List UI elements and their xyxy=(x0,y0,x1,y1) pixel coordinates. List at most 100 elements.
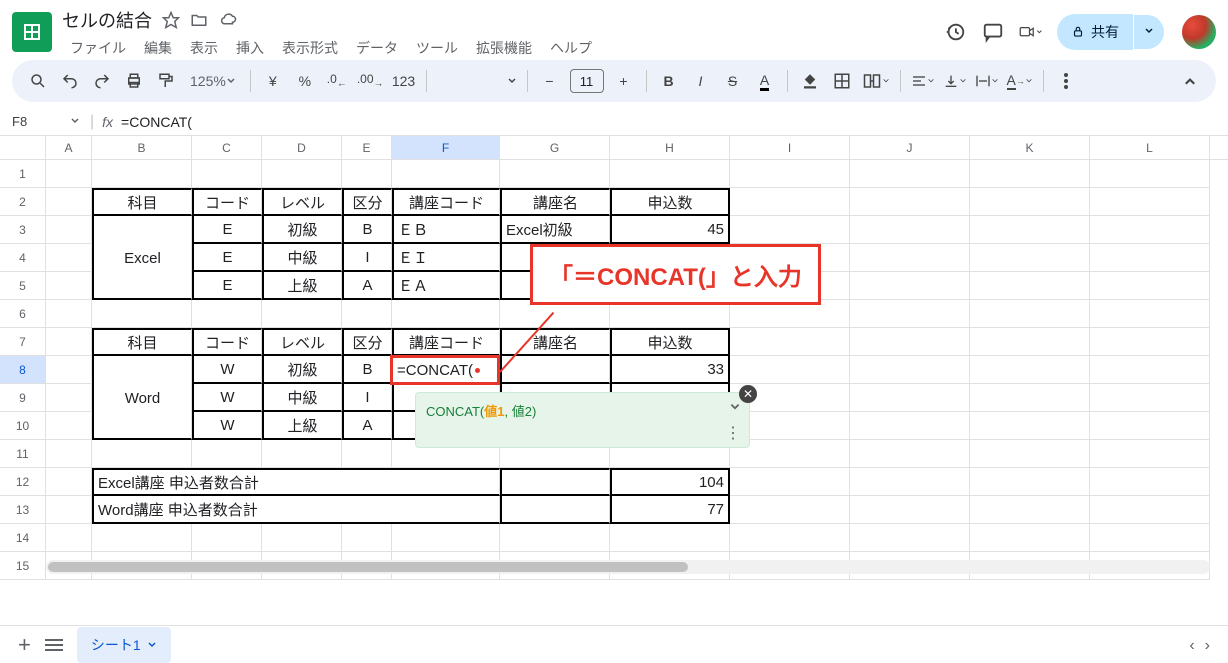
cell[interactable]: レベル xyxy=(262,328,342,356)
share-dropdown[interactable] xyxy=(1134,15,1164,49)
col-header[interactable]: H xyxy=(610,136,730,159)
cell[interactable]: 上級 xyxy=(262,412,342,440)
paint-format-icon[interactable] xyxy=(154,67,178,95)
col-header[interactable]: C xyxy=(192,136,262,159)
cell[interactable]: 科目 xyxy=(92,328,192,356)
cell[interactable] xyxy=(92,412,192,440)
menu-tools[interactable]: ツール xyxy=(408,34,466,62)
row-header[interactable]: 1 xyxy=(0,160,46,188)
cell[interactable]: E xyxy=(192,272,262,300)
redo-icon[interactable] xyxy=(90,67,114,95)
menu-file[interactable]: ファイル xyxy=(62,34,134,62)
cell[interactable]: ＥＩ xyxy=(392,244,500,272)
active-cell-editor[interactable]: =CONCAT( xyxy=(390,355,500,385)
cell[interactable]: 104 xyxy=(610,468,730,496)
cell[interactable]: B xyxy=(342,356,392,384)
cell[interactable]: 区分 xyxy=(342,328,392,356)
history-icon[interactable] xyxy=(943,20,967,44)
align-button[interactable] xyxy=(911,67,935,95)
borders-button[interactable] xyxy=(830,67,854,95)
cell[interactable]: I xyxy=(342,244,392,272)
row-header[interactable]: 15 xyxy=(0,552,46,580)
cell[interactable]: W xyxy=(192,384,262,412)
rotate-button[interactable]: A→ xyxy=(1007,67,1033,95)
strikethrough-button[interactable]: S xyxy=(721,67,745,95)
name-box-dropdown[interactable] xyxy=(70,113,80,131)
col-header[interactable]: E xyxy=(342,136,392,159)
font-size-input[interactable]: 11 xyxy=(570,69,604,93)
cell[interactable]: I xyxy=(342,384,392,412)
row-header[interactable]: 11 xyxy=(0,440,46,468)
col-header[interactable]: B xyxy=(92,136,192,159)
menu-insert[interactable]: 挿入 xyxy=(228,34,272,62)
cell[interactable]: 申込数 xyxy=(610,328,730,356)
cell[interactable] xyxy=(92,356,192,384)
menu-view[interactable]: 表示 xyxy=(182,34,226,62)
font-size-decrease[interactable]: − xyxy=(538,67,562,95)
increase-decimal-button[interactable]: .00→ xyxy=(357,67,384,95)
cell[interactable]: 中級 xyxy=(262,384,342,412)
col-header[interactable]: L xyxy=(1090,136,1210,159)
font-size-increase[interactable]: + xyxy=(612,67,636,95)
cell[interactable]: 45 xyxy=(610,216,730,244)
merge-cells-button[interactable] xyxy=(862,67,890,95)
row-header[interactable]: 3 xyxy=(0,216,46,244)
spreadsheet-grid[interactable]: A B C D E F G H I J K L 1 2 科目 コード レベル 区… xyxy=(0,136,1228,612)
cell[interactable]: 77 xyxy=(610,496,730,524)
cell[interactable]: 区分 xyxy=(342,188,392,216)
cell[interactable]: ＥＡ xyxy=(392,272,500,300)
more-formats-button[interactable]: 123 xyxy=(392,67,416,95)
col-header[interactable]: A xyxy=(46,136,92,159)
scroll-right-icon[interactable]: › xyxy=(1205,637,1210,655)
cell[interactable]: Excel初級 xyxy=(500,216,610,244)
fill-color-button[interactable] xyxy=(798,67,822,95)
percent-button[interactable]: % xyxy=(293,67,317,95)
cell[interactable]: 申込数 xyxy=(610,188,730,216)
row-header[interactable]: 5 xyxy=(0,272,46,300)
cell[interactable]: E xyxy=(192,216,262,244)
row-header[interactable]: 12 xyxy=(0,468,46,496)
row-header[interactable]: 13 xyxy=(0,496,46,524)
cell[interactable]: W xyxy=(192,356,262,384)
cell[interactable] xyxy=(92,216,192,244)
cell[interactable]: 講座名 xyxy=(500,188,610,216)
col-header[interactable]: J xyxy=(850,136,970,159)
menu-extensions[interactable]: 拡張機能 xyxy=(468,34,540,62)
row-header[interactable]: 2 xyxy=(0,188,46,216)
cell[interactable]: Excel講座 申込者数合計 xyxy=(92,468,500,496)
cell[interactable]: A xyxy=(342,272,392,300)
cell[interactable]: W xyxy=(192,412,262,440)
menu-format[interactable]: 表示形式 xyxy=(274,34,346,62)
sheets-logo[interactable] xyxy=(12,12,52,52)
sheet-tab-dropdown-icon[interactable] xyxy=(147,637,157,653)
wrap-button[interactable] xyxy=(975,67,999,95)
tooltip-more-icon[interactable]: ⋮ xyxy=(725,423,741,443)
cell[interactable]: Word講座 申込者数合計 xyxy=(92,496,500,524)
share-button[interactable]: 共有 xyxy=(1057,14,1133,50)
cell[interactable]: 初級 xyxy=(262,356,342,384)
cell[interactable] xyxy=(500,496,610,524)
row-header[interactable]: 7 xyxy=(0,328,46,356)
all-sheets-button[interactable] xyxy=(45,638,63,652)
row-header[interactable]: 6 xyxy=(0,300,46,328)
cell[interactable]: コード xyxy=(192,188,262,216)
col-header[interactable]: K xyxy=(970,136,1090,159)
italic-button[interactable]: I xyxy=(689,67,713,95)
col-header[interactable]: F xyxy=(392,136,500,159)
cell[interactable]: 初級 xyxy=(262,216,342,244)
cell[interactable]: 講座コード xyxy=(392,328,500,356)
account-avatar[interactable] xyxy=(1182,15,1216,49)
more-icon[interactable] xyxy=(1054,67,1078,95)
cell[interactable]: E xyxy=(192,244,262,272)
menu-help[interactable]: ヘルプ xyxy=(542,34,600,62)
cell[interactable] xyxy=(92,272,192,300)
menu-data[interactable]: データ xyxy=(348,34,406,62)
row-header[interactable]: 4 xyxy=(0,244,46,272)
cell[interactable]: 33 xyxy=(610,356,730,384)
bold-button[interactable]: B xyxy=(657,67,681,95)
cell[interactable]: 上級 xyxy=(262,272,342,300)
text-color-button[interactable]: A xyxy=(753,67,777,95)
cloud-status-icon[interactable] xyxy=(218,11,238,29)
formula-input[interactable]: =CONCAT( xyxy=(121,114,1228,130)
currency-button[interactable]: ¥ xyxy=(261,67,285,95)
